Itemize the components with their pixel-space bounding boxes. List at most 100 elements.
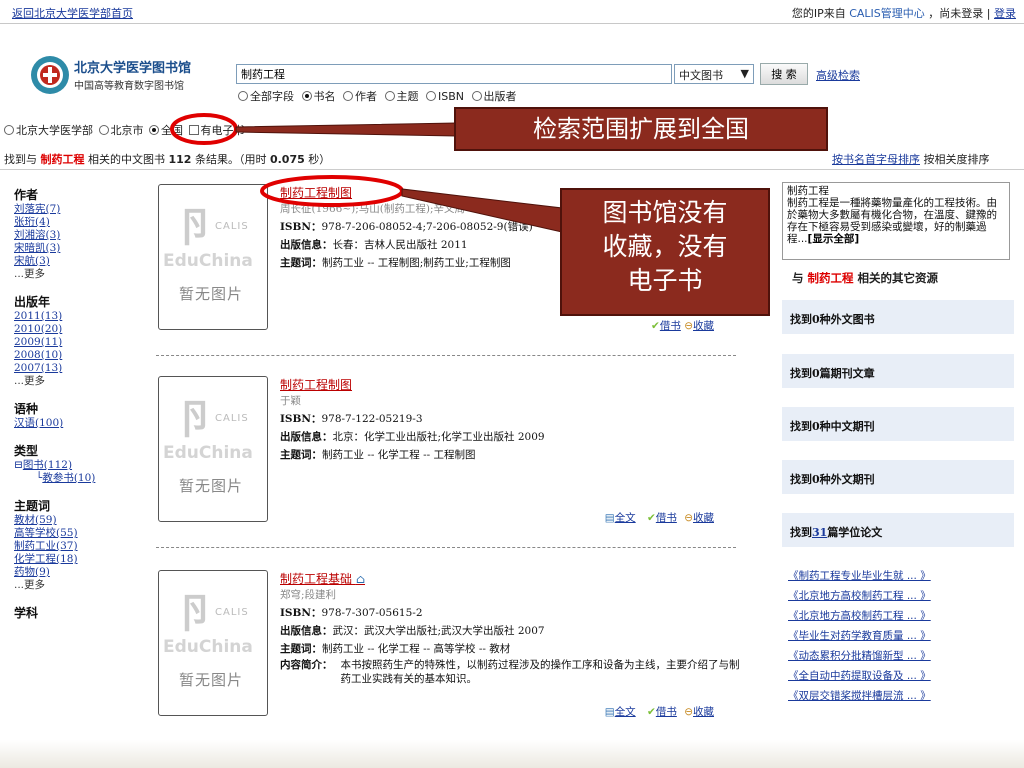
result-summary: 找到与 制药工程 相关的中文图书 112 条结果。（用时 0.075 秒） (4, 153, 331, 166)
borrow-link[interactable]: 借书 (656, 706, 677, 718)
facet-title-language: 语种 (14, 402, 39, 416)
record-pubinfo: 出版信息：北京：化学工业出版社;化学工业出版社 2009 (280, 431, 545, 443)
facet-item[interactable]: 教材(59) (14, 514, 144, 527)
calis-logo-icon: 卪 (175, 396, 215, 443)
ip-prefix: 您的IP来自 (791, 7, 846, 20)
field-option-isbn[interactable]: ISBN (426, 90, 464, 103)
facet-item[interactable]: 2007(13) (14, 362, 144, 375)
field-option-all[interactable]: 全部字段 (238, 90, 294, 103)
thesis-link[interactable]: 《毕业生对药学教育质量 ... 》 (788, 626, 1014, 646)
resource-count-foreign-books: 找到0种外文图书 (782, 300, 1014, 334)
annotation-pointer-scope (235, 122, 457, 137)
radio-icon (471, 91, 482, 101)
facet-item[interactable]: 药物(9) (14, 566, 144, 579)
library-subtitle: 中国高等教育数字图书馆 (74, 81, 184, 92)
resource-count-journal-articles: 找到0篇期刊文章 (782, 354, 1014, 388)
library-emblem-icon (31, 56, 69, 94)
facet-item[interactable]: 刘湘溶(3) (14, 229, 144, 242)
thesis-link[interactable]: 《制药工程专业毕业生就 ... 》 (788, 566, 1014, 586)
record-actions: ▤全文 ✔借书 ⊖收藏 (605, 704, 714, 719)
scope-option-national[interactable]: 全国 (149, 124, 183, 137)
favorite-link[interactable]: 收藏 (693, 320, 714, 332)
tree-collapse-icon[interactable]: ⊟ (14, 459, 23, 471)
record-title-link[interactable]: 制药工程制图 (280, 376, 352, 393)
facet-item[interactable]: 2009(11) (14, 336, 144, 349)
library-name: 北京大学医学图书馆 (74, 61, 192, 76)
checkbox-icon (188, 125, 199, 135)
check-icon: ✔ (647, 512, 656, 524)
sort-by-relevance: 按相关度排序 (923, 153, 990, 166)
check-icon: ✔ (647, 706, 656, 718)
record-summary: 内容简介： 本书按照药生产的特殊性，以制药过程涉及的操作工序和设备为主线，主要介绍… (280, 659, 740, 685)
radio-icon (238, 91, 248, 101)
field-option-author[interactable]: 作者 (343, 90, 377, 103)
thesis-link[interactable]: 《双层交错桨搅拌槽层流 ... 》 (788, 686, 1014, 706)
facet-item[interactable]: 化学工程(18) (14, 553, 144, 566)
show-all-link[interactable]: [显示全部] (808, 233, 860, 245)
facet-tree-root[interactable]: ⊟图书(112) (14, 459, 144, 472)
favorite-link[interactable]: 收藏 (693, 706, 714, 718)
fulltext-link[interactable]: 全文 (615, 512, 636, 524)
facet-item[interactable]: 2011(13) (14, 310, 144, 323)
thesis-link[interactable]: 《动态累积分批精馏新型 ... 》 (788, 646, 1014, 666)
search-type-select[interactable]: 中文图书 ▼ (674, 64, 754, 84)
resource-count-chinese-journals: 找到0种中文期刊 (782, 407, 1014, 441)
ebook-filter[interactable]: 有电子书 (188, 124, 245, 137)
search-input[interactable] (236, 64, 672, 84)
facet-item[interactable]: 2010(20) (14, 323, 144, 336)
scope-option-peking-medical[interactable]: 北京大学医学部 (4, 124, 93, 137)
facet-item[interactable]: 制药工业(37) (14, 540, 144, 553)
login-status: 您的IP来自 CALIS管理中心 ，尚未登录 | 登录 (792, 5, 1016, 21)
facet-item[interactable]: 张珩(4) (14, 216, 144, 229)
thesis-list: 《制药工程专业毕业生就 ... 》 《北京地方高校制药工程 ... 》 《北京地… (788, 566, 1014, 706)
divider (0, 169, 1024, 170)
thesis-link[interactable]: 《北京地方高校制药工程 ... 》 (788, 606, 1014, 626)
record-divider (156, 547, 736, 548)
field-option-subject[interactable]: 主题 (384, 90, 419, 103)
back-home-link[interactable]: 返回北京大学医学部首页 (12, 5, 133, 21)
field-option-title[interactable]: 书名 (301, 90, 336, 103)
thesis-count-link[interactable]: 31 (812, 526, 827, 539)
record-divider (156, 355, 736, 356)
advanced-search-link[interactable]: 高级检索 (816, 67, 860, 83)
facet-more-link[interactable]: ...更多 (14, 579, 144, 592)
facet-more-link[interactable]: ...更多 (14, 375, 144, 388)
sort-by-title-link[interactable]: 按书名首字母排序 (832, 153, 920, 166)
summary-keyword: 制药工程 (40, 153, 85, 166)
annotation-callout-scope: 检索范围扩展到全国 (454, 107, 828, 151)
borrow-link[interactable]: 借书 (656, 512, 677, 524)
search-button[interactable]: 搜 索 (760, 63, 808, 85)
facet-item[interactable]: 刘落宪(7) (14, 203, 144, 216)
record-title-link[interactable]: 制药工程基础 ⌂ (280, 570, 365, 587)
encyclopedia-term: 制药工程 (787, 185, 829, 197)
favorite-link[interactable]: 收藏 (693, 512, 714, 524)
field-option-publisher[interactable]: 出版者 (471, 90, 517, 103)
facet-item[interactable]: 汉语(100) (14, 417, 144, 430)
record-isbn: ISBN：978-7-307-05615-2 (280, 607, 423, 619)
facet-title-type: 类型 (14, 444, 39, 458)
record-actions: ▤全文 ✔借书 ⊖收藏 (605, 510, 714, 525)
slide-bottom-strip (0, 740, 1024, 768)
facet-item[interactable]: 宋暗凯(3) (14, 242, 144, 255)
thesis-link[interactable]: 《全自动中药提取设备及 ... 》 (788, 666, 1014, 686)
favorite-icon: ⊖ (684, 320, 693, 332)
facet-more-link[interactable]: ...更多 (14, 268, 144, 281)
login-link[interactable]: 登录 (994, 7, 1016, 20)
facet-item[interactable]: 宋航(3) (14, 255, 144, 268)
elapsed-time: 0.075 (269, 153, 305, 166)
calis-logo-icon: 卪 (175, 590, 215, 637)
sort-options: 按书名首字母排序 按相关度排序 (832, 151, 990, 167)
search-field-options: 全部字段 书名 作者 主题 ISBN 出版者 (238, 88, 521, 104)
radio-icon (384, 91, 395, 101)
facet-title-author: 作者 (14, 188, 39, 202)
fulltext-link[interactable]: 全文 (615, 706, 636, 718)
facet-item[interactable]: 2008(10) (14, 349, 144, 362)
radio-selected-icon (301, 91, 312, 101)
scope-option-beijing[interactable]: 北京市 (98, 124, 144, 137)
facet-item[interactable]: 高等学校(55) (14, 527, 144, 540)
borrow-link[interactable]: 借书 (660, 320, 681, 332)
resource-count-foreign-journals: 找到0种外文期刊 (782, 460, 1014, 494)
facet-tree-child[interactable]: └教参书(10) (14, 472, 144, 485)
record-title-link[interactable]: 制药工程制图 (280, 184, 352, 201)
thesis-link[interactable]: 《北京地方高校制药工程 ... 》 (788, 586, 1014, 606)
